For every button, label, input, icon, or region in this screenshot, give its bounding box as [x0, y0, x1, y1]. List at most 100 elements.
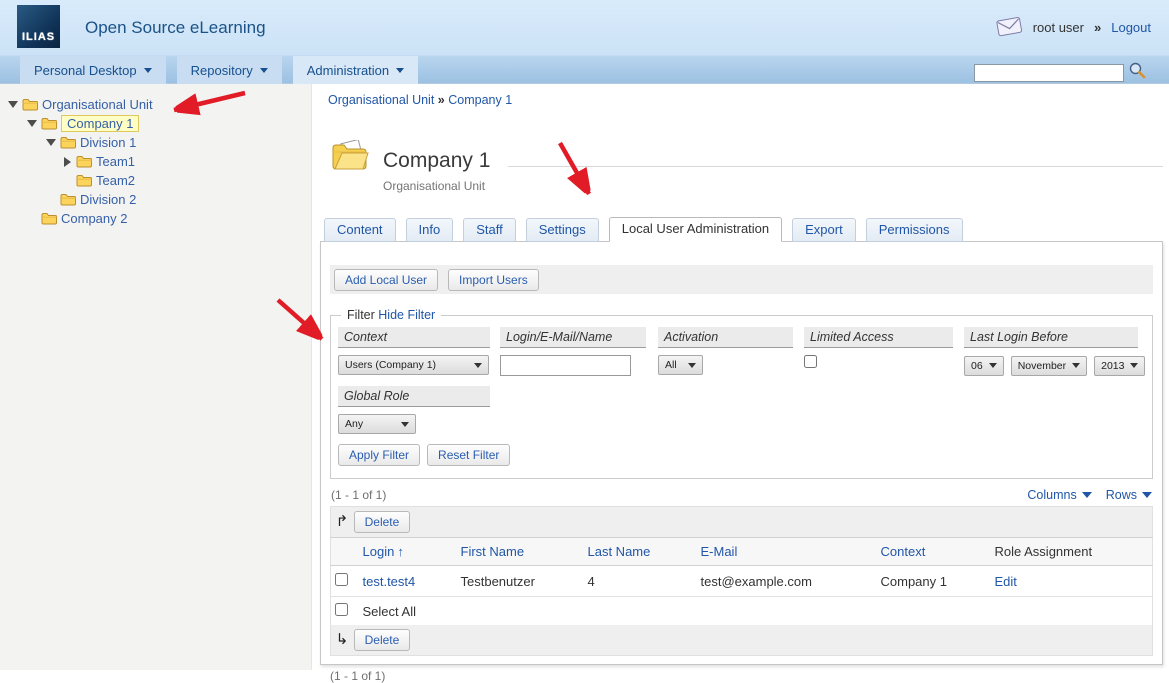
sort-ascending-icon: ↑: [397, 544, 404, 559]
import-users-button[interactable]: Import Users: [448, 269, 539, 291]
column-header-last-name[interactable]: Last Name: [584, 538, 697, 566]
mail-icon[interactable]: [995, 14, 1024, 40]
delete-selected-button-top[interactable]: Delete: [354, 511, 411, 533]
logout-link[interactable]: Logout: [1111, 20, 1151, 35]
column-header-first-name[interactable]: First Name: [457, 538, 584, 566]
tree-expand-icon[interactable]: [62, 157, 72, 167]
tree-collapse-icon[interactable]: [8, 101, 18, 108]
tab-content[interactable]: Content: [324, 218, 396, 242]
menu-label: Personal Desktop: [34, 63, 137, 78]
page-subtitle: Organisational Unit: [383, 179, 1163, 193]
apply-filter-button[interactable]: Apply Filter: [338, 444, 420, 466]
day-select-value: 06: [971, 360, 983, 372]
add-local-user-button[interactable]: Add Local User: [334, 269, 438, 291]
chevron-down-icon: [396, 68, 404, 73]
ilias-logo[interactable]: ILIAS: [17, 5, 60, 48]
columns-menu[interactable]: Columns: [1027, 488, 1091, 502]
activation-select-value: All: [665, 359, 677, 371]
year-select[interactable]: 2013: [1094, 356, 1145, 376]
tab-local-user-administration[interactable]: Local User Administration: [609, 217, 782, 242]
tree-item-team2[interactable]: Team2: [0, 171, 311, 190]
tab-permissions[interactable]: Permissions: [866, 218, 963, 242]
breadcrumb-parent[interactable]: Organisational Unit: [328, 93, 434, 107]
breadcrumb-current[interactable]: Company 1: [448, 93, 512, 107]
folder-icon: [60, 136, 76, 149]
column-header-checkbox: [331, 538, 359, 566]
tree-item-company-2[interactable]: Company 2: [0, 209, 311, 228]
breadcrumb-separator: »: [438, 93, 445, 107]
global-role-select[interactable]: Any: [338, 414, 416, 434]
activation-select[interactable]: All: [658, 355, 703, 375]
menu-repository[interactable]: Repository: [177, 56, 282, 84]
login-email-name-input[interactable]: [500, 355, 631, 376]
month-select[interactable]: November: [1011, 356, 1087, 376]
filter-section: Filter Hide Filter Context Login/E-Mail/…: [330, 315, 1153, 479]
local-users-table: ↱ Delete Login↑ First Name Last Name E-M…: [330, 506, 1153, 656]
apply-to-selected-top-icon: ↱: [334, 512, 350, 530]
app-title: Open Source eLearning: [85, 0, 266, 55]
menu-personal-desktop[interactable]: Personal Desktop: [20, 56, 166, 84]
column-header-email[interactable]: E-Mail: [697, 538, 877, 566]
tree-item-team1[interactable]: Team1: [0, 152, 311, 171]
tree-item-organisational-unit[interactable]: Organisational Unit: [0, 95, 311, 114]
table-row: test.test4 Testbenutzer 4 test@example.c…: [331, 566, 1153, 597]
chevron-down-icon: [1082, 492, 1092, 498]
edit-role-assignment-link[interactable]: Edit: [995, 574, 1017, 589]
search-icon[interactable]: [1128, 61, 1147, 85]
chevron-down-icon: [1142, 492, 1152, 498]
reset-filter-button[interactable]: Reset Filter: [427, 444, 510, 466]
pagination-top: (1 - 1 of 1): [331, 488, 386, 502]
tree-item-division-1[interactable]: Division 1: [0, 133, 311, 152]
filter-legend-label: Filter: [347, 308, 375, 322]
select-arrow-icon: [1072, 363, 1080, 368]
title-divider: [508, 166, 1163, 167]
tree-item-company-1[interactable]: Company 1: [0, 114, 311, 133]
filter-header-activation: Activation: [658, 327, 793, 348]
repository-tree-sidebar: Organisational Unit Company 1 Division 1…: [0, 84, 312, 670]
select-arrow-icon: [989, 363, 997, 368]
folder-icon: [41, 212, 57, 225]
year-select-value: 2013: [1101, 360, 1124, 372]
user-email: test@example.com: [697, 566, 877, 597]
context-select[interactable]: Users (Company 1): [338, 355, 489, 375]
page-title: Company 1: [383, 149, 490, 172]
object-tabs: Content Info Staff Settings Local User A…: [324, 217, 1169, 242]
tree-collapse-icon[interactable]: [46, 139, 56, 146]
delete-selected-button-bottom[interactable]: Delete: [354, 629, 411, 651]
column-header-login[interactable]: Login↑: [359, 538, 457, 566]
folder-icon: [41, 117, 57, 130]
user-context: Company 1: [877, 566, 991, 597]
user-first-name: Testbenutzer: [457, 566, 584, 597]
limited-access-checkbox[interactable]: [804, 355, 817, 368]
tree-collapse-icon[interactable]: [27, 120, 37, 127]
tab-info[interactable]: Info: [406, 218, 454, 242]
top-header: ILIAS Open Source eLearning root user » …: [0, 0, 1169, 55]
day-select[interactable]: 06: [964, 356, 1004, 376]
folder-icon: [60, 193, 76, 206]
select-all-checkbox[interactable]: [335, 603, 348, 616]
pagination-bottom: (1 - 1 of 1): [330, 669, 1153, 683]
rows-menu[interactable]: Rows: [1106, 488, 1152, 502]
row-select-checkbox[interactable]: [335, 573, 348, 586]
tab-staff[interactable]: Staff: [463, 218, 516, 242]
menu-administration[interactable]: Administration: [293, 56, 418, 84]
global-role-select-value: Any: [345, 418, 363, 430]
month-select-value: November: [1018, 360, 1066, 372]
breadcrumb: Organisational Unit » Company 1: [328, 93, 1169, 107]
apply-to-selected-bottom-icon: ↳: [334, 630, 350, 648]
logged-in-user: root user: [1033, 20, 1084, 35]
main-menu-bar: Personal Desktop Repository Administrati…: [0, 55, 1169, 84]
chevron-down-icon: [144, 68, 152, 73]
column-header-context[interactable]: Context: [877, 538, 991, 566]
tab-settings[interactable]: Settings: [526, 218, 599, 242]
tab-export[interactable]: Export: [792, 218, 856, 242]
select-arrow-icon: [401, 422, 409, 427]
user-login-link[interactable]: test.test4: [363, 574, 416, 589]
search-input[interactable]: [974, 64, 1124, 82]
hide-filter-link[interactable]: Hide Filter: [378, 308, 435, 322]
local-user-admin-panel: Add Local User Import Users Filter Hide …: [320, 241, 1163, 665]
select-all-label: Select All: [359, 597, 1153, 626]
filter-header-global-role: Global Role: [338, 386, 490, 407]
column-header-role-assignment: Role Assignment: [991, 538, 1153, 566]
tree-item-division-2[interactable]: Division 2: [0, 190, 311, 209]
